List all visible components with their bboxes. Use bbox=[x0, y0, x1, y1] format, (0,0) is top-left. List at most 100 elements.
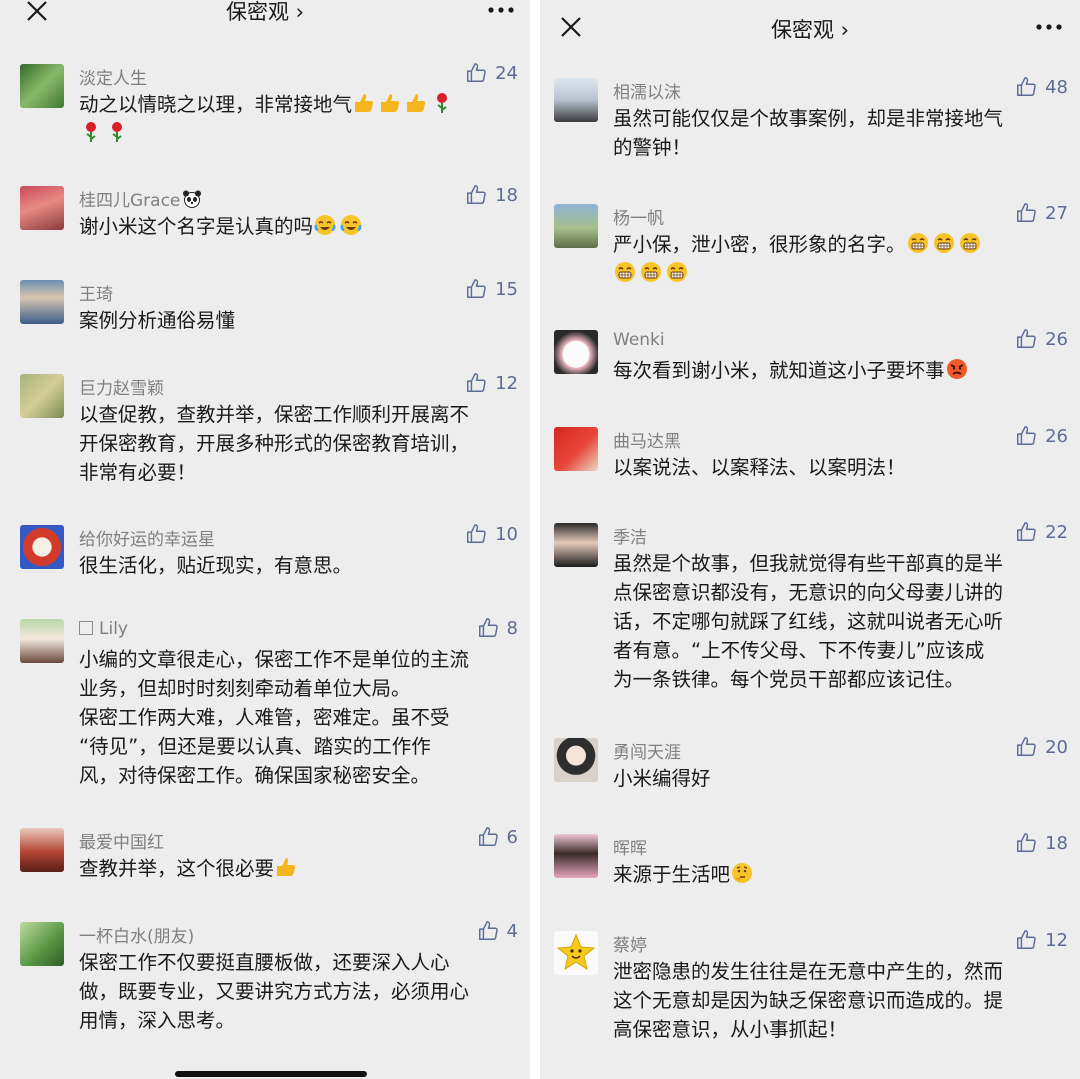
comment-username[interactable]: 晖晖 bbox=[613, 834, 647, 859]
like-button[interactable]: 26 bbox=[1015, 328, 1068, 350]
comment-text: 每次看到谢小米，就知道这小子要坏事 bbox=[613, 356, 1070, 385]
like-button[interactable]: 24 bbox=[465, 62, 518, 84]
account-title[interactable]: 保密观 › bbox=[0, 0, 530, 26]
avatar[interactable] bbox=[20, 619, 64, 663]
like-button[interactable]: 15 bbox=[465, 278, 518, 300]
avatar[interactable] bbox=[20, 186, 64, 230]
like-count: 10 bbox=[495, 523, 518, 545]
comment-text: 虽然可能仅仅是个故事案例，却是非常接地气 的警钟！ bbox=[613, 107, 1004, 159]
rose-emoji-icon bbox=[86, 122, 96, 142]
more-icon[interactable] bbox=[1036, 23, 1062, 31]
avatar[interactable] bbox=[20, 525, 64, 569]
like-button[interactable]: 12 bbox=[465, 372, 518, 394]
avatar[interactable] bbox=[20, 828, 64, 872]
comment-username[interactable]: 桂四儿Grace bbox=[79, 186, 202, 211]
left-screenshot: 保密观 › 淡定人生 24 动之以情晓之以理，非常接地气 桂四儿Grace 18… bbox=[0, 0, 530, 1079]
comment-text: 虽然是个故事，但我就觉得有些干部真的是半 点保密意识都没有，无意识的向父母妻儿讲… bbox=[613, 552, 1004, 691]
avatar[interactable] bbox=[554, 523, 598, 567]
avatar[interactable] bbox=[554, 204, 598, 248]
thumb-up-icon bbox=[1017, 426, 1036, 445]
comment-text: 查教并举，这个很必要 bbox=[79, 854, 514, 883]
thumb-up-icon bbox=[1017, 930, 1036, 949]
comment-username[interactable]: 给你好运的幸运星 bbox=[79, 525, 215, 550]
avatar[interactable] bbox=[554, 427, 598, 471]
grin-emoji-icon bbox=[615, 262, 635, 282]
avatar[interactable] bbox=[554, 738, 598, 782]
comment-text: 来源于生活吧 bbox=[613, 860, 1070, 889]
thumbs-up-emoji-icon bbox=[355, 94, 374, 112]
comment-username[interactable]: 巨力赵雪颖 bbox=[79, 374, 164, 399]
like-button[interactable]: 26 bbox=[1015, 425, 1068, 447]
comment-username[interactable]: Lily bbox=[79, 619, 128, 639]
avatar[interactable] bbox=[554, 330, 598, 374]
thumbs-up-emoji-icon bbox=[381, 94, 400, 112]
right-screenshot: 保密观 › 相濡以沫 48 虽然可能仅仅是个故事案例，却是非常接地气 的警钟！ … bbox=[540, 0, 1080, 1079]
top-bar: 保密观 › bbox=[0, 0, 530, 42]
like-count: 20 bbox=[1045, 736, 1068, 758]
comment-text: 谢小米这个名字是认真的吗 bbox=[79, 212, 514, 241]
like-button[interactable]: 20 bbox=[1015, 736, 1068, 758]
thumb-up-icon bbox=[1017, 329, 1036, 348]
grin-emoji-icon bbox=[907, 233, 928, 253]
avatar[interactable] bbox=[20, 374, 64, 418]
like-count: 12 bbox=[495, 372, 518, 394]
comment-username[interactable]: 蔡婷 bbox=[613, 931, 647, 956]
comment-text: 小米编得好 bbox=[613, 767, 711, 790]
like-button[interactable]: 12 bbox=[1015, 929, 1068, 951]
avatar[interactable] bbox=[554, 931, 598, 975]
comment-text: 严小保，泄小密，很形象的名字。 bbox=[613, 230, 1070, 288]
comment-text: 以查促教，查教并举，保密工作顺利开展离不 开保密教育，开展多种形式的保密教育培训… bbox=[79, 403, 470, 484]
avatar[interactable] bbox=[20, 922, 64, 966]
like-count: 26 bbox=[1045, 425, 1068, 447]
thumb-up-icon bbox=[467, 279, 486, 298]
avatar[interactable] bbox=[20, 64, 64, 108]
comment-username[interactable]: 王琦 bbox=[79, 280, 113, 305]
star-avatar-icon bbox=[556, 933, 596, 971]
thumb-up-icon bbox=[478, 827, 498, 846]
like-button[interactable]: 18 bbox=[465, 184, 518, 206]
like-button[interactable]: 6 bbox=[477, 826, 518, 848]
avatar[interactable] bbox=[20, 280, 64, 324]
rose-emoji-icon bbox=[437, 93, 448, 113]
like-count: 22 bbox=[1045, 521, 1068, 543]
comment-list: 相濡以沫 48 虽然可能仅仅是个故事案例，却是非常接地气 的警钟！ 杨一帆 27… bbox=[540, 58, 1080, 1079]
comment-text-body: 查教并举，这个很必要 bbox=[79, 857, 275, 880]
comment-username[interactable]: 季洁 bbox=[613, 523, 647, 548]
comment-username[interactable]: 曲马达黑 bbox=[613, 427, 681, 452]
comment-username[interactable]: 淡定人生 bbox=[79, 64, 147, 89]
account-title[interactable]: 保密观 › bbox=[540, 14, 1080, 44]
like-button[interactable]: 22 bbox=[1015, 521, 1068, 543]
like-button[interactable]: 8 bbox=[477, 617, 518, 639]
like-count: 8 bbox=[506, 617, 518, 639]
home-indicator[interactable] bbox=[175, 1071, 367, 1077]
avatar[interactable] bbox=[554, 834, 598, 878]
like-button[interactable]: 10 bbox=[465, 523, 518, 545]
thumb-up-icon bbox=[1017, 203, 1036, 222]
like-button[interactable]: 4 bbox=[477, 920, 518, 942]
comment-text-body: 动之以情晓之以理，非常接地气 bbox=[79, 93, 353, 116]
comment-list: 淡定人生 24 动之以情晓之以理，非常接地气 桂四儿Grace 18 谢小米这个… bbox=[0, 42, 530, 1079]
like-button[interactable]: 18 bbox=[1015, 832, 1068, 854]
thumb-up-icon bbox=[467, 373, 486, 392]
thumb-up-icon bbox=[1017, 77, 1036, 96]
like-count: 12 bbox=[1045, 929, 1068, 951]
like-button[interactable]: 27 bbox=[1015, 202, 1068, 224]
grin-emoji-icon bbox=[959, 233, 980, 253]
like-button[interactable]: 48 bbox=[1015, 76, 1068, 98]
laugh-cry-emoji-icon bbox=[314, 215, 336, 235]
comment-username[interactable]: 一杯白水(朋友) bbox=[79, 922, 194, 947]
thumb-up-icon bbox=[478, 921, 498, 940]
comment-text-body: 每次看到谢小米，就知道这小子要坏事 bbox=[613, 359, 945, 382]
comment-text-body: 严小保，泄小密，很形象的名字。 bbox=[613, 233, 906, 256]
avatar[interactable] bbox=[554, 78, 598, 122]
comment-username[interactable]: 杨一帆 bbox=[613, 204, 664, 229]
comment-username[interactable]: Wenki bbox=[613, 330, 665, 350]
grin-emoji-icon bbox=[641, 262, 661, 282]
comment-username[interactable]: 相濡以沫 bbox=[613, 78, 681, 103]
more-icon[interactable] bbox=[488, 6, 514, 14]
username-text: Lily bbox=[99, 619, 128, 639]
comment-username[interactable]: 勇闯天涯 bbox=[613, 738, 681, 763]
thumbs-up-emoji-icon bbox=[277, 858, 296, 876]
thumb-up-icon bbox=[467, 63, 486, 82]
comment-username[interactable]: 最爱中国红 bbox=[79, 828, 164, 853]
